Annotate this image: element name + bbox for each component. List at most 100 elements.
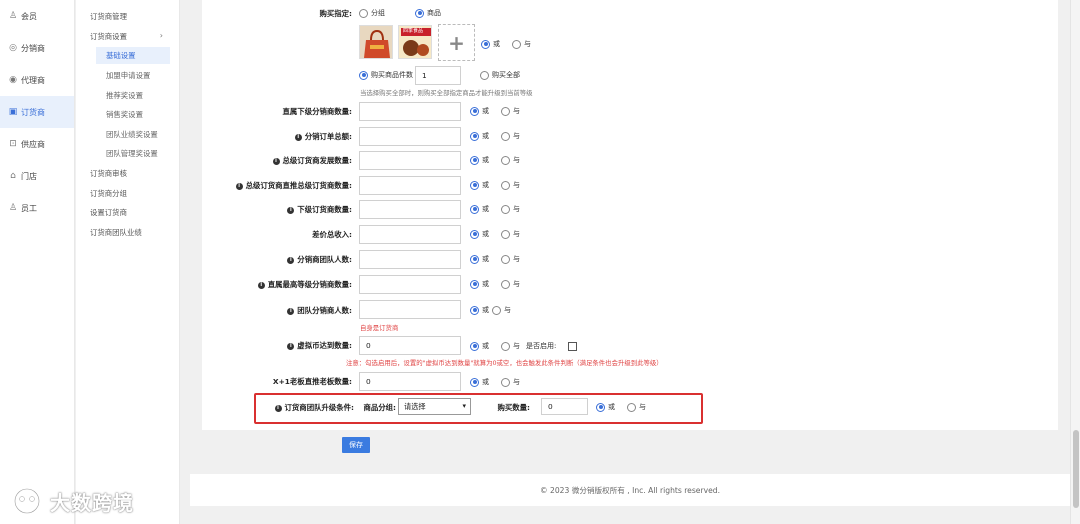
radio-and[interactable] [501,254,510,264]
sidebar-item-staff[interactable]: ♙ 员工 [0,192,74,224]
info-icon: i [287,206,295,214]
product-thumbnail-2[interactable]: 四季食品 [398,25,432,59]
buy-all-label: 购买全部 [492,71,520,79]
sidebar-item-member[interactable]: ♙ 会员 [0,0,74,32]
submenu-item-team-mgmt[interactable]: 团队管理奖设置 [76,144,179,164]
radio-and[interactable] [501,377,510,387]
sidebar-item-orders[interactable]: ▣ 订货商 [0,96,74,128]
submenu-label: 推荐奖设置 [106,90,143,100]
radio-group-label: 分组 [371,9,385,17]
price-diff-income-input[interactable] [359,225,461,244]
radio-or[interactable] [470,131,479,141]
radio-or-label: 或 [482,230,489,238]
radio-and[interactable] [627,402,636,412]
submenu-item-team-perf[interactable]: 团队业绩奖设置 [76,125,179,145]
radio-or[interactable] [470,377,479,387]
radio-or[interactable] [596,402,605,412]
radio-and[interactable] [501,131,510,141]
sidebar-item-supplier[interactable]: ⊡ 供应商 [0,128,74,160]
sidebar-item-distributor[interactable]: ◎ 分销商 [0,32,74,64]
radio-and[interactable] [501,106,510,116]
submenu-label: 销售奖设置 [106,110,143,120]
submenu-item-audit[interactable]: 订货商审核 [76,164,179,184]
radio-goods-label: 商品 [427,9,441,17]
direct-push-input[interactable] [359,176,461,195]
radio-and[interactable] [501,341,510,351]
radio-goods-option[interactable] [415,8,424,18]
radio-or[interactable] [470,180,479,190]
radio-and[interactable] [512,39,521,49]
info-icon: i [287,342,295,350]
radio-or[interactable] [470,155,479,165]
top-level-distributor-input[interactable] [359,275,461,294]
submenu-label: 团队管理奖设置 [106,149,158,159]
buy-qty-label: 购买数量: [497,403,530,412]
buy-qty-input[interactable]: 0 [541,398,588,415]
radio-group: 或 与 [470,305,511,315]
subordinate-distributor-input[interactable] [359,102,461,121]
orders-icon: ▣ [8,107,18,117]
supplier-icon: ⊡ [9,139,17,149]
team-size-input[interactable] [359,250,461,269]
enable-checkbox[interactable] [568,341,578,351]
submenu-item-settings[interactable]: 订货商设置 › [76,27,179,47]
scrollbar-thumb[interactable] [1073,430,1079,508]
radio-and[interactable] [501,180,510,190]
radio-group: 或 与 [470,341,520,351]
footer: © 2023 微分销版权所有 , Inc. All rights reserve… [190,474,1070,506]
radio-buy-all[interactable] [480,70,489,80]
radio-or[interactable] [470,305,479,315]
radio-and-label: 与 [513,342,520,350]
radio-or-label: 或 [482,205,489,213]
field-label: i 分销订单总额: [200,131,352,142]
radio-or[interactable] [470,279,479,289]
add-product-button[interactable]: + [438,24,475,61]
radio-and-label: 与 [513,107,520,115]
distribution-order-total-input[interactable] [359,127,461,146]
radio-buy-count[interactable] [359,70,368,80]
radio-or[interactable] [470,204,479,214]
field-label: i 下级订货商数量: [200,204,352,215]
submenu-item-join[interactable]: 加盟申请设置 [76,66,179,86]
radio-or[interactable] [470,106,479,116]
info-icon: i [272,157,280,165]
radio-and[interactable] [501,279,510,289]
x1-boss-input[interactable]: 0 [359,372,461,391]
sub-level-count-input[interactable] [359,200,461,219]
sidebar-item-store[interactable]: ⌂ 门店 [0,160,74,192]
buy-specified-label: 购买指定: [319,9,352,18]
total-level-dev-input[interactable] [359,151,461,170]
save-button[interactable]: 保存 [342,437,370,453]
submenu-item-manage[interactable]: 订货商管理 [76,7,179,27]
submenu-label: 订货商设置 [90,31,127,41]
radio-or[interactable] [470,341,479,351]
product-thumbnail-1[interactable] [359,25,393,59]
submenu-item-sales[interactable]: 销售奖设置 [76,105,179,125]
radio-and[interactable] [492,305,501,315]
submenu-item-group[interactable]: 订货商分组 [76,183,179,203]
radio-and[interactable] [501,229,510,239]
page-scrollbar[interactable] [1070,0,1080,524]
radio-group: 或 与 [470,180,520,190]
radio-and[interactable] [501,155,510,165]
radio-group-option[interactable] [359,8,368,18]
submenu-item-set[interactable]: 设置订货商 [76,203,179,223]
buy-count-input[interactable]: 1 [415,66,461,85]
field-label: i 直属最高等级分销商数量: [200,279,352,290]
radio-or[interactable] [470,229,479,239]
radio-or[interactable] [470,254,479,264]
field-label: 直属下级分销商数量: [282,107,352,116]
radio-or[interactable] [481,39,490,49]
info-icon: i [294,133,302,141]
staff-icon: ♙ [8,203,18,213]
sidebar-item-agent[interactable]: ◉ 代理商 [0,64,74,96]
team-distributor-input[interactable] [359,300,461,319]
radio-group: 或 与 [470,229,520,239]
radio-and[interactable] [501,204,510,214]
submenu-item-team-orders[interactable]: 订货商团队业绩 [76,223,179,243]
submenu-item-referral[interactable]: 推荐奖设置 [76,85,179,105]
virtual-currency-input[interactable]: 0 [359,336,461,355]
sidebar-item-label: 分销商 [21,43,45,53]
watermark: 大数跨境 [8,486,134,516]
submenu-item-basic[interactable]: 基础设置 [76,46,179,66]
